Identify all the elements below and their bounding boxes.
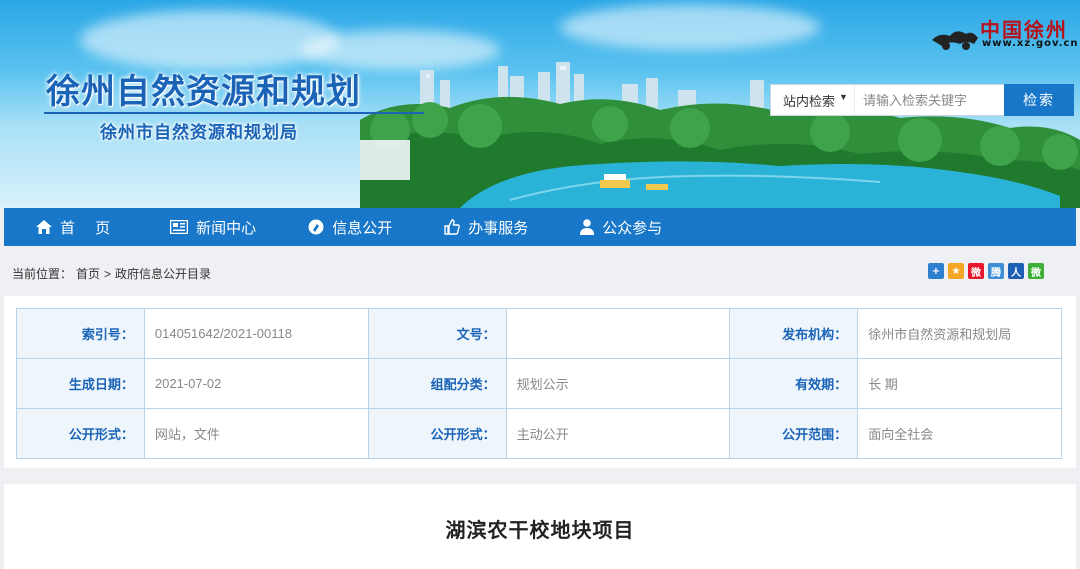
field-label: 公开范围： <box>729 408 859 459</box>
nav-item-news[interactable]: 新闻中心 <box>170 208 256 246</box>
breadcrumb: 当前位置： 首页 > 政府信息公开目录 <box>12 265 215 282</box>
metadata-table: 索引号： 014051642/2021-00118 文号： 发布机构： 徐州市自… <box>16 308 1062 459</box>
field-value: 2021-07-02 <box>143 358 369 409</box>
nav-item-label: 办事服务 <box>468 219 529 237</box>
search-scope-select[interactable]: 站内检索 ▼ <box>771 85 855 115</box>
field-value: 徐州市自然资源和规划局 <box>857 308 1062 359</box>
title-divider <box>44 112 424 114</box>
field-value <box>505 308 731 359</box>
search-box: 站内检索 ▼ 检索 <box>770 84 1074 116</box>
field-value: 网站，文件 <box>143 408 369 459</box>
field-label: 组配分类： <box>367 358 507 409</box>
field-value: 主动公开 <box>505 408 731 459</box>
field-label: 生成日期： <box>16 358 145 409</box>
person-icon <box>580 219 595 235</box>
nav-item-home[interactable]: 首 页 <box>36 208 118 246</box>
info-icon <box>308 219 324 235</box>
thumbs-up-icon <box>444 219 461 235</box>
main-nav: 首 页 新闻中心 信息公开 办事服务 公众参与 <box>4 208 1076 246</box>
field-label: 索引号： <box>16 308 145 359</box>
nav-item-label: 信息公开 <box>332 219 393 237</box>
home-icon <box>36 220 52 234</box>
metadata-panel: 索引号： 014051642/2021-00118 文号： 发布机构： 徐州市自… <box>4 296 1076 468</box>
site-subtitle: 徐州市自然资源和规划局 <box>100 123 298 143</box>
field-value: 规划公示 <box>505 358 731 409</box>
nav-item-info-disclosure[interactable]: 信息公开 <box>308 208 392 246</box>
qzone-icon[interactable]: ★ <box>948 263 964 279</box>
weibo-icon[interactable]: 微 <box>968 263 984 279</box>
nav-item-public-participation[interactable]: 公众参与 <box>580 208 662 246</box>
add-share-icon[interactable]: + <box>928 263 944 279</box>
field-value: 长 期 <box>857 358 1062 409</box>
logo-url: www.xz.gov.cn <box>982 38 1079 49</box>
search-button[interactable]: 检索 <box>1004 84 1074 116</box>
document-title: 湖滨农干校地块项目 <box>445 518 635 542</box>
field-label: 公开形式： <box>16 408 145 459</box>
tencent-weibo-icon[interactable]: 腾 <box>988 263 1004 279</box>
breadcrumb-current[interactable]: 政府信息公开目录 <box>115 267 211 281</box>
field-label: 发布机构： <box>729 308 859 359</box>
table-row: 公开形式： 网站，文件 公开形式： 主动公开 公开范围： 面向全社会 <box>16 408 1062 459</box>
field-value: 014051642/2021-00118 <box>143 308 369 359</box>
breadcrumb-bar: 当前位置： 首页 > 政府信息公开目录 + ★ 微 腾 人 微 <box>0 246 1080 296</box>
field-label: 公开形式： <box>367 408 507 459</box>
table-row: 生成日期： 2021-07-02 组配分类： 规划公示 有效期： 长 期 <box>16 358 1062 409</box>
chevron-down-icon: ▼ <box>839 92 848 102</box>
site-title: 徐州自然资源和规划 <box>46 72 361 112</box>
news-icon <box>170 220 189 234</box>
search-scope-label: 站内检索 <box>783 93 836 109</box>
cloud-decoration <box>80 10 340 70</box>
nav-item-label: 公众参与 <box>602 219 663 237</box>
table-row: 索引号： 014051642/2021-00118 文号： 发布机构： 徐州市自… <box>16 308 1062 359</box>
share-toolbar: + ★ 微 腾 人 微 <box>928 263 1044 279</box>
nav-item-services[interactable]: 办事服务 <box>444 208 528 246</box>
breadcrumb-home-link[interactable]: 首页 <box>76 267 100 281</box>
document-content: 湖滨农干校地块项目 <box>4 484 1076 569</box>
breadcrumb-prefix: 当前位置： <box>12 267 73 281</box>
breadcrumb-separator: > <box>104 267 112 281</box>
field-label: 文号： <box>367 308 507 359</box>
nav-item-label: 新闻中心 <box>196 219 257 237</box>
field-value: 面向全社会 <box>857 408 1062 459</box>
wechat-icon[interactable]: 微 <box>1028 263 1044 279</box>
renren-icon[interactable]: 人 <box>1008 263 1024 279</box>
nav-item-label: 首 页 <box>60 219 119 237</box>
field-label: 有效期： <box>729 358 859 409</box>
header-banner: 徐州自然资源和规划 徐州市自然资源和规划局 中国徐州 www.xz.gov.cn… <box>0 0 1080 208</box>
